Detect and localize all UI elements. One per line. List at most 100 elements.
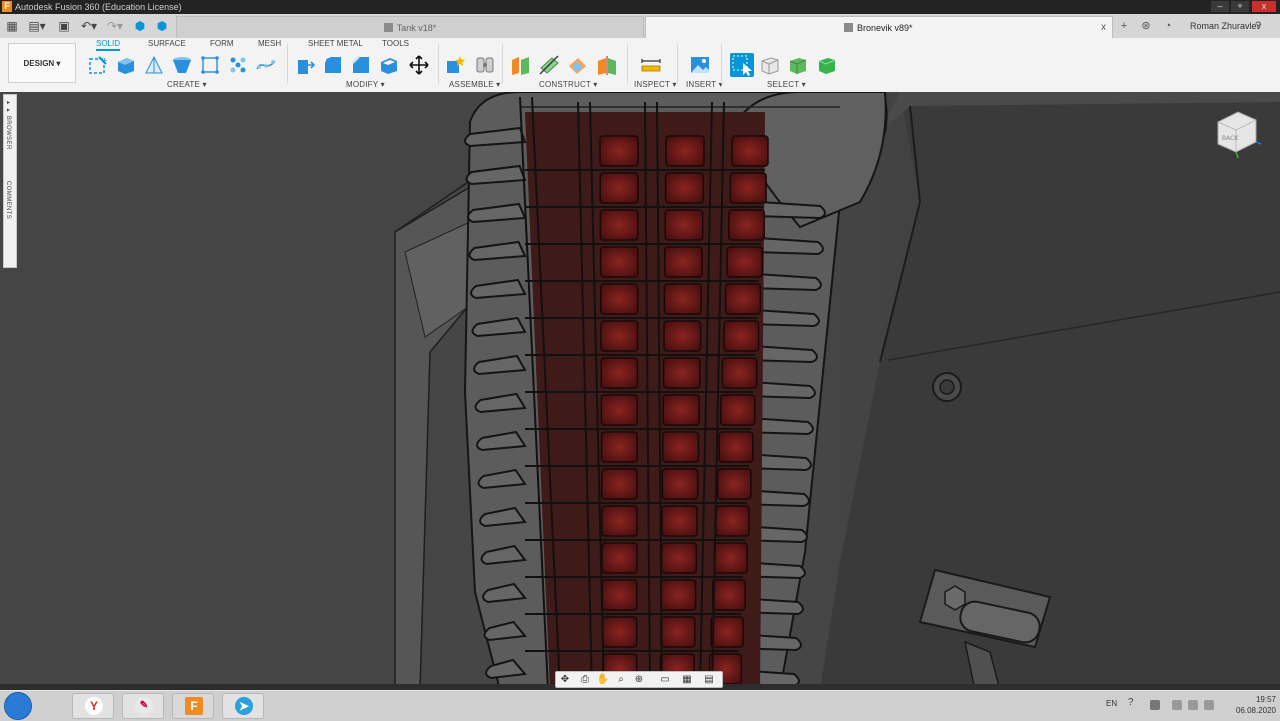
toolbar-divider — [287, 44, 288, 84]
group-label: ASSEMBLE — [449, 80, 494, 89]
document-icon — [383, 23, 393, 32]
freeform-icon[interactable] — [255, 54, 277, 76]
security-tray-icon[interactable] — [1150, 700, 1160, 710]
app-grid-icon[interactable]: ▦ — [4, 18, 20, 34]
measure-icon[interactable] — [640, 54, 662, 76]
fit-icon[interactable]: ⊕ — [632, 673, 646, 686]
volume-tray-icon[interactable] — [1188, 700, 1198, 710]
pattern-icon[interactable] — [227, 54, 249, 76]
shell-icon[interactable] — [378, 54, 400, 76]
tab-surface[interactable]: SURFACE — [148, 39, 186, 49]
select-bodies-icon[interactable] — [787, 54, 809, 76]
undo-icon[interactable]: ↶▾ — [78, 18, 100, 34]
job-status-icon[interactable]: ◔ — [1160, 17, 1176, 35]
tangent-plane-icon[interactable] — [566, 54, 588, 76]
tab-form[interactable]: FORM — [210, 39, 234, 49]
plane-at-angle-icon[interactable] — [538, 54, 560, 76]
construct-menu[interactable]: CONSTRUCT ▾ — [539, 80, 598, 89]
workspace-switcher[interactable]: DESIGN ▾ — [8, 43, 76, 83]
insert-menu[interactable]: INSERT ▾ — [686, 80, 723, 89]
tab-bronevik[interactable]: Bronevik v89* x — [645, 16, 1113, 38]
new-tab-icon[interactable]: + — [1116, 17, 1132, 35]
job-status-icon[interactable]: ⬢ — [154, 18, 170, 34]
tab-tools[interactable]: TOOLS — [382, 39, 409, 49]
move-icon[interactable] — [408, 54, 430, 76]
select-components-icon[interactable] — [816, 54, 838, 76]
assemble-menu[interactable]: ASSEMBLE ▾ — [449, 80, 500, 89]
close-window-button[interactable]: x — [1252, 1, 1276, 12]
minimize-button[interactable]: – — [1211, 1, 1229, 12]
toolbar-divider — [721, 44, 722, 84]
joint-icon[interactable] — [474, 54, 496, 76]
tab-solid[interactable]: SOLID — [96, 39, 121, 51]
display-settings-icon[interactable]: ▭ — [658, 673, 672, 686]
sweep-icon[interactable] — [171, 54, 193, 76]
taskbar-paint[interactable]: ✎ — [122, 693, 164, 719]
red-cell — [599, 246, 639, 278]
midplane-icon[interactable] — [596, 54, 618, 76]
close-tab-icon[interactable]: x — [1101, 17, 1106, 39]
red-cell — [731, 135, 769, 167]
fillet-icon[interactable] — [322, 54, 344, 76]
tab-tank[interactable]: Tank v18* — [176, 16, 644, 38]
save-icon[interactable]: ▣ — [56, 18, 72, 34]
toolbar-divider — [677, 44, 678, 84]
select-icon[interactable] — [730, 53, 754, 77]
group-label: SELECT — [767, 80, 800, 89]
system-clock[interactable]: 19:57 06.08.2020 — [1220, 694, 1276, 716]
selection-filter-icon[interactable] — [759, 54, 781, 76]
maximize-button[interactable]: + — [1231, 1, 1249, 12]
inspect-menu[interactable]: INSPECT ▾ — [634, 80, 677, 89]
power-tray-icon[interactable] — [1204, 700, 1214, 710]
help-icon[interactable]: ? — [1250, 17, 1266, 35]
data-panel-icon[interactable]: ⬢ — [132, 18, 148, 34]
pan-icon[interactable]: ✋ — [596, 673, 610, 686]
new-component-icon[interactable] — [444, 54, 466, 76]
svg-text:+: + — [101, 56, 108, 65]
loft-icon[interactable] — [199, 54, 221, 76]
grid-settings-icon[interactable]: ▦ — [680, 673, 694, 686]
red-cell — [728, 209, 765, 241]
comments-panel-toggle[interactable]: COMMENTS — [5, 181, 11, 219]
red-cell — [601, 505, 638, 537]
redo-icon[interactable]: ↷▾ — [104, 18, 126, 34]
red-cell — [664, 246, 703, 278]
red-cell — [600, 283, 639, 315]
create-menu[interactable]: CREATE ▾ — [167, 80, 207, 89]
modify-menu[interactable]: MODIFY ▾ — [346, 80, 385, 89]
insert-image-icon[interactable] — [689, 54, 711, 76]
language-indicator[interactable]: EN — [1106, 699, 1117, 708]
offset-plane-icon[interactable] — [510, 54, 532, 76]
view-cube[interactable]: BACK — [1212, 108, 1262, 158]
extensions-icon[interactable]: ⊛ — [1138, 17, 1154, 35]
viewports-icon[interactable]: ▤ — [702, 673, 716, 686]
red-cell — [665, 135, 705, 167]
orbit-icon[interactable]: ✥ — [558, 673, 572, 686]
red-cell — [718, 431, 754, 463]
red-cell — [712, 579, 746, 611]
create-sketch-icon[interactable]: + — [87, 54, 109, 76]
taskbar-fusion-360[interactable]: F — [172, 693, 214, 719]
zoom-icon[interactable]: ⌕ — [614, 673, 628, 686]
telegram-icon: ➤ — [235, 697, 253, 715]
look-at-icon[interactable]: ⎙ — [578, 673, 592, 686]
tab-mesh[interactable]: MESH — [258, 39, 281, 49]
model-viewport[interactable] — [0, 92, 1280, 690]
help-tray-icon[interactable]: ? — [1128, 697, 1138, 708]
chamfer-icon[interactable] — [350, 54, 372, 76]
browser-panel-toggle[interactable]: ▸▸ BROWSER — [5, 99, 12, 150]
select-menu[interactable]: SELECT ▾ — [767, 80, 806, 89]
file-menu-icon[interactable]: ▤▾ — [26, 18, 48, 34]
tab-sheet-metal[interactable]: SHEET METAL — [308, 39, 363, 49]
revolve-icon[interactable] — [143, 54, 165, 76]
taskbar-telegram[interactable]: ➤ — [222, 693, 264, 719]
window-title: Autodesk Fusion 360 (Education License) — [15, 2, 182, 12]
browser-comments-panel[interactable]: ▸▸ BROWSER COMMENTS — [3, 94, 17, 268]
taskbar-yandex-browser[interactable]: Y — [72, 693, 114, 719]
network-tray-icon[interactable] — [1172, 700, 1182, 710]
red-cell — [664, 172, 705, 204]
extrude-icon[interactable] — [115, 54, 137, 76]
start-button[interactable] — [4, 692, 32, 720]
yandex-icon: Y — [85, 697, 103, 715]
press-pull-icon[interactable] — [294, 54, 316, 76]
